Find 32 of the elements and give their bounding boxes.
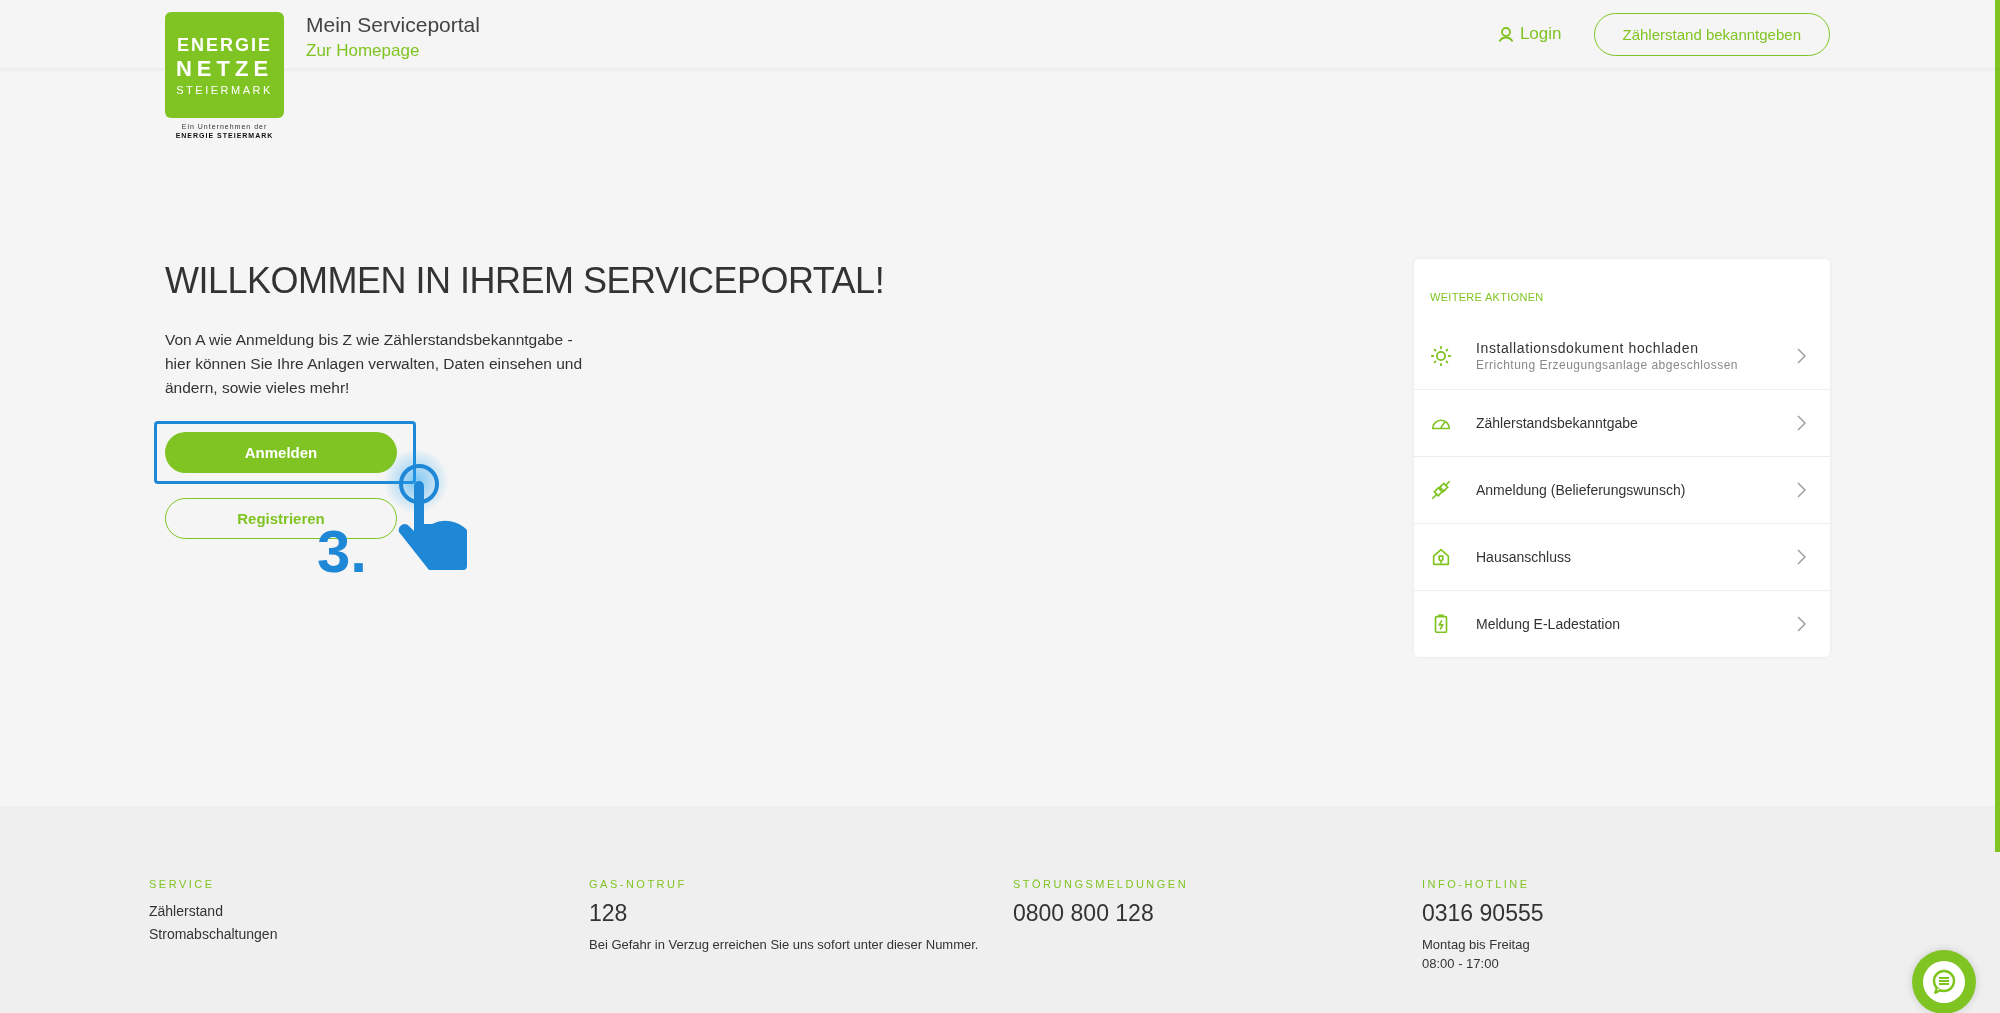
- card-heading: WEITERE AKTIONEN: [1429, 291, 1545, 303]
- user-icon: [1497, 26, 1514, 42]
- chevron-right-icon: [1796, 616, 1806, 632]
- action-item[interactable]: Anmeldung (Belieferungswunsch): [1414, 457, 1830, 524]
- footer-heading: STÖRUNGSMELDUNGEN: [1013, 878, 1190, 890]
- footer-note: 08:00 - 17:00: [1422, 955, 1500, 973]
- footer-link[interactable]: Stromabschaltungen: [149, 923, 589, 946]
- action-item[interactable]: Zählerstandsbekanntgabe: [1414, 390, 1830, 457]
- portal-title: Mein Serviceportal: [306, 13, 480, 37]
- footer-heading: INFO-HOTLINE: [1422, 878, 1531, 890]
- footer-heading: GAS-NOTRUF: [589, 878, 688, 890]
- footer-link[interactable]: Zählerstand: [149, 900, 589, 923]
- footer-heading: SERVICE: [149, 878, 216, 890]
- action-item[interactable]: Meldung E-Ladestation: [1414, 591, 1830, 657]
- phone-number: 0316 90555: [1422, 900, 1544, 927]
- phone-number: 0800 800 128: [1013, 900, 1155, 927]
- sun-icon: [1430, 345, 1452, 367]
- plug-icon: [1430, 479, 1452, 501]
- action-item[interactable]: Installationsdokument hochladen Errichtung Erzeugungsanlage abgeschlossen: [1414, 323, 1830, 390]
- house-icon: [1430, 546, 1452, 568]
- footer-note: Montag bis Freitag: [1422, 936, 1531, 954]
- scrollbar[interactable]: [1995, 0, 2000, 852]
- phone-number: 128: [589, 900, 629, 927]
- chevron-right-icon: [1796, 549, 1806, 565]
- action-item[interactable]: Hausanschluss: [1414, 524, 1830, 591]
- chat-icon: [1923, 961, 1965, 1003]
- footer-note: Bei Gefahr in Verzug erreichen Sie uns sofort unter dieser Nummer.: [589, 936, 979, 954]
- intro-text: Von A wie Anmeldung bis Z wie Zählerstandsbekanntgabe - hier können Sie Ihre Anlagen verwalten, Daten einsehen und ändern, sowie vieles mehr!: [165, 330, 584, 398]
- chevron-right-icon: [1796, 482, 1806, 498]
- chevron-right-icon: [1796, 348, 1806, 364]
- page-heading: WILLKOMMEN IN IHREM SERVICEPORTAL!: [165, 260, 885, 302]
- chevron-right-icon: [1796, 415, 1806, 431]
